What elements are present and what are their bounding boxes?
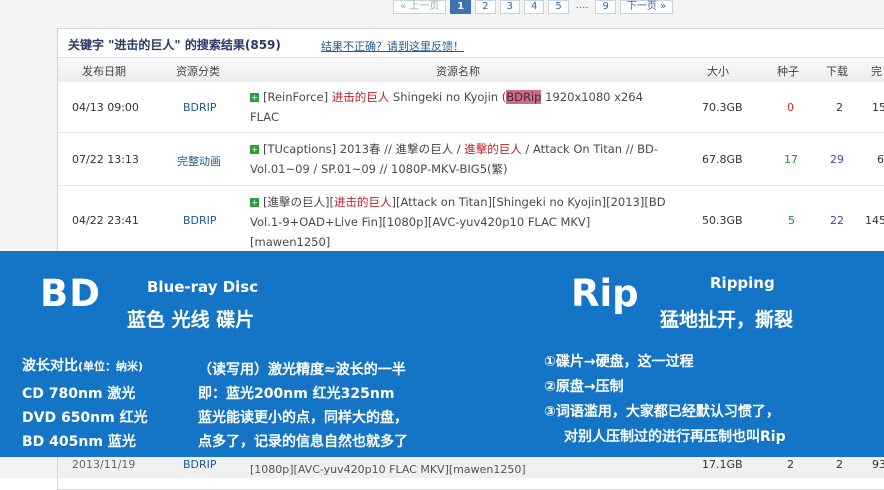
row-category[interactable]: 完整动画 [177,153,221,169]
title-part: [進擊の巨人][ [263,195,334,209]
bd-heading: BD [40,272,101,315]
column-header-name[interactable]: 资源名称 [436,63,480,79]
page-5-button[interactable]: 5 [548,0,569,14]
pagination: « 上一页 1 2 3 4 5 .... 9 下一页 » [393,0,674,14]
row-title-link[interactable]: [1080p][AVC-yuv420p10 FLAC MKV][mawen125… [250,463,526,476]
title-highlight: BDRip [506,90,542,104]
row-seeds: 5 [788,214,795,227]
rip-point-2: ②原盘→压制 [544,379,624,395]
pager-ellipsis: .... [575,0,589,11]
rip-point-4: 对别人压制过的进行再压制也叫Rip [564,429,786,445]
page-last-button[interactable]: 9 [595,0,616,14]
page-4-button[interactable]: 4 [524,0,545,14]
row-size: 17.1GB [702,458,743,471]
column-header-date[interactable]: 发布日期 [82,63,126,79]
row-category[interactable]: BDRIP [183,458,217,471]
title-part: [ReinForce] [263,90,332,104]
wavelength-title: 波长对比(单位：纳米) [22,355,143,375]
column-header-downloads[interactable]: 下载 [826,63,848,79]
rip-point-3: ③词语滥用，大家都已经默认习惯了， [544,404,780,420]
next-page-button[interactable]: 下一页 » [619,0,674,14]
row-category[interactable]: BDRIP [183,214,217,227]
add-icon[interactable]: + [250,93,259,102]
row-complete: 93 [872,458,884,471]
explain-line-3: 蓝光能读更小的点，同样大的盘， [198,410,408,426]
explain-line-1: （读写用）激光精度≈波长的一半 [198,362,406,378]
column-header-complete[interactable]: 完 [871,63,882,79]
row-downloads: 29 [830,153,844,166]
explain-line-4: 点多了，记录的信息自然也就多了 [198,434,408,450]
title-part: Shingeki no Kyojin ( [389,90,507,104]
cd-wavelength: CD 780nm 激光 [22,386,136,402]
row-size: 67.8GB [702,153,743,166]
row-complete: 6 [877,153,884,166]
page-3-button[interactable]: 3 [499,0,521,14]
row-date: 04/22 23:41 [72,214,139,227]
search-result-title: 关键字 "进击的巨人" 的搜索结果(859) [68,38,281,52]
feedback-link[interactable]: 结果不正确？请到这里反馈！ [321,38,464,54]
row-downloads: 22 [830,214,844,227]
row-date: 2013/11/19 [72,458,136,471]
prev-page-button[interactable]: « 上一页 [393,0,447,14]
row-size: 70.3GB [702,101,743,114]
explain-line-2: 即：蓝光200nm 红光325nm [198,386,395,402]
rip-heading: Rip [571,272,639,315]
bd-meaning: 蓝色 光线 碟片 [127,309,255,331]
page-2-button[interactable]: 2 [475,0,496,14]
row-seeds: 0 [787,101,794,114]
row-downloads: 2 [836,101,843,114]
row-seeds: 17 [784,153,798,166]
title-keyword: 進擊的巨人 [464,142,522,156]
add-icon[interactable]: + [250,198,259,207]
title-part: [TUcaptions] 2013春 // 進撃の巨人 / [263,142,465,156]
page-1-button[interactable]: 1 [450,0,472,14]
dvd-wavelength: DVD 650nm 红光 [22,410,148,426]
row-title-link[interactable]: + [TUcaptions] 2013春 // 進撃の巨人 / 進擊的巨人 / A… [250,139,670,179]
row-date: 04/13 09:00 [72,101,139,114]
row-complete: 145 [865,214,884,227]
title-keyword: 进击的巨人 [331,90,390,104]
rip-meaning: 猛地扯开，撕裂 [660,309,794,331]
row-complete: 15 [872,101,884,114]
wavelength-title-text: 波长对比 [22,358,78,374]
row-date: 07/22 13:13 [72,153,139,166]
wavelength-unit: (单位：纳米) [78,360,144,373]
row-title-link[interactable]: + [ReinForce] 进击的巨人 Shingeki no Kyojin (B… [250,87,670,127]
add-icon[interactable]: + [250,145,259,154]
column-header-category[interactable]: 资源分类 [176,63,220,79]
rip-point-1: ①碟片→硬盘，这一过程 [544,354,694,370]
row-downloads: 2 [836,458,843,471]
row-title-link[interactable]: + [進擊の巨人][进击的巨人][Attack on Titan][Shingek… [250,192,670,252]
bd-wavelength: BD 405nm 蓝光 [22,434,136,450]
column-header-size[interactable]: 大小 [707,63,729,79]
row-size: 50.3GB [702,214,743,227]
title-keyword: 进击的巨人 [333,195,392,209]
column-header-seeds[interactable]: 种子 [777,63,799,79]
row-seeds: 2 [787,458,794,471]
bluray-disc-label: Blue-ray Disc [147,278,259,296]
row-category[interactable]: BDRIP [183,101,217,114]
ripping-label: Ripping [710,274,775,292]
